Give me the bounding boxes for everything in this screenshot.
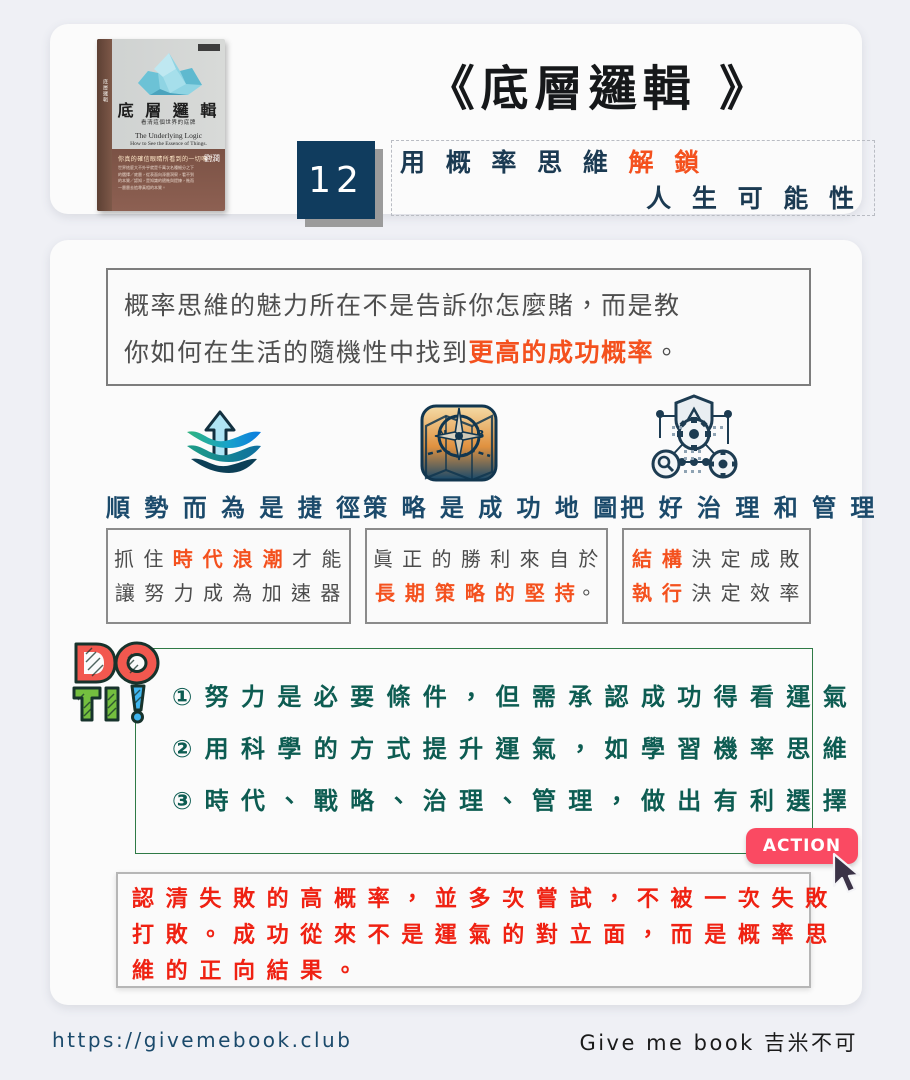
book-spine: 底層邏輯 [97, 39, 112, 211]
book-cover-english-line1: The Underlying Logic [134, 131, 203, 140]
pillar-icon-cell-1 [106, 388, 341, 484]
action-item-1: ① 努 力 是 必 要 條 件 ， 但 需 承 認 成 功 得 看 運 氣 [172, 683, 849, 711]
action-item-3: ③ 時 代 、 戰 略 、 治 理 、 管 理 ， 做 出 有 利 選 擇 [172, 787, 849, 815]
subtitle-line1-highlight: 解 鎖 [628, 148, 706, 177]
pillar-heading-2: 策 略 是 成 功 地 圖 [363, 494, 621, 522]
pillar-card-3: 結 構 決 定 成 敗 執 行 決 定 效 率 [621, 528, 811, 624]
conclusion-line-1: 認 清 失 敗 的 高 概 率 ， 並 多 次 嘗 試 ， 不 被 一 次 失 … [132, 887, 830, 912]
header-card: 底層邏輯 底 層 邏 輯 看清這個世界的底牌 The Underlying Lo… [50, 24, 875, 227]
p2l1-pre: 眞 正 的 勝 利 來 自 於 [372, 547, 600, 571]
do-it-icon [72, 641, 160, 724]
do-it-badge [70, 638, 166, 724]
quote-line2-start: 你如何在生活的隨機性中找到 [124, 338, 469, 367]
quote-line2-highlight: 更高的成功概率 [468, 338, 655, 367]
pillar-card-3-line-1: 結 構 決 定 成 敗 [630, 542, 803, 576]
action-list-box: ① 努 力 是 必 要 條 件 ， 但 需 承 認 成 功 得 看 運 氣 ② … [135, 648, 849, 854]
pillar-headings-row: 順 勢 而 為 是 捷 徑 策 略 是 成 功 地 圖 把 好 治 理 和 管 … [106, 488, 874, 523]
iceberg-illustration [137, 53, 202, 95]
pillar-card-3-line-2: 執 行 決 定 效 率 [630, 576, 803, 610]
pillar-card-2-line-2: 長 期 策 略 的 堅 持。 [373, 576, 600, 610]
footer-brand: Give me book 吉米不可 [579, 1031, 858, 1055]
book-cover-english: The Underlying Logic How to See the Esse… [112, 131, 225, 149]
governance-network-icon [651, 394, 737, 479]
quote-line-1: 概率思維的魅力所在不是告訴你怎麼賭，而是教 [124, 291, 681, 320]
p3l1-post: 決 定 成 敗 [683, 547, 801, 571]
p2l2-highlight: 長 期 策 略 的 堅 持 [374, 581, 577, 605]
number-badge: 12 [297, 141, 375, 219]
p1l1-highlight: 時 代 浪 潮 [172, 547, 285, 571]
pillar-icons-row: N B [106, 388, 811, 484]
conclusion-box: 認 清 失 敗 的 高 概 率 ， 並 多 次 嘗 試 ， 不 被 一 次 失 … [116, 872, 830, 988]
quote-box: 概率思維的魅力所在不是告訴你怎麼賭，而是教 你如何在生活的隨機性中找到更高的成功… [106, 268, 811, 386]
footer-url[interactable]: https://givemebook.club [52, 1028, 352, 1052]
page-title: 《底層邏輯 》 [426, 61, 774, 117]
book-spine-text: 底層邏輯 [102, 79, 108, 103]
pillar-heading-3: 把 好 治 理 和 管 理 [620, 494, 878, 522]
pillar-icon-cell-3 [576, 388, 811, 484]
pillar-card-1: 抓 住 時 代 浪 潮 才 能 讓 努 力 成 為 加 速 器 [106, 528, 351, 624]
book-front: 底 層 邏 輯 看清這個世界的底牌 The Underlying Logic H… [112, 39, 225, 211]
conclusion-line-3: 維 的 正 向 結 果 。 [132, 959, 358, 984]
p3l2-post: 決 定 效 率 [683, 581, 801, 605]
p1l2-pre: 讓 努 力 成 為 加 速 器 [114, 581, 342, 605]
subtitle-line-1: 用 概 率 思 維 解 鎖 [400, 145, 864, 181]
p1l1-pre: 抓 住 [114, 547, 173, 571]
book-band-author: 劉潤 [204, 154, 220, 163]
p1l1-post: 才 能 [284, 547, 343, 571]
book-cover-english-line2: How to See the Essence of Things. [130, 141, 207, 147]
wave-arrow-icon [186, 410, 261, 473]
quote-line2-end: 。 [654, 338, 681, 367]
pillar-heading-1: 順 勢 而 為 是 捷 徑 [106, 494, 364, 522]
pillar-card-2: 眞 正 的 勝 利 來 自 於 長 期 策 略 的 堅 持。 [364, 528, 608, 624]
action-item-2: ② 用 科 學 的 方 式 提 升 運 氣 ， 如 學 習 機 率 思 維 [172, 735, 849, 763]
pillar-card-1-line-1: 抓 住 時 代 浪 潮 才 能 [114, 542, 343, 576]
p3l1-highlight: 結 構 [631, 547, 684, 571]
body-card: 概率思維的魅力所在不是告訴你怎麼賭，而是教 你如何在生活的隨機性中找到更高的成功… [50, 240, 874, 1005]
subtitle-box: 用 概 率 思 維 解 鎖 人 生 可 能 性 [391, 140, 875, 216]
pillar-card-2-line-1: 眞 正 的 勝 利 來 自 於 [373, 542, 600, 576]
pillar-icon-cell-2: N B [341, 388, 576, 484]
book-cover-band: 你真的確信眼睛所看到的一切嗎？ 世界這麼大不外乎就是千萬次名種細分之下的選擇／底… [112, 149, 225, 211]
book-cover-image: 底層邏輯 底 層 邏 輯 看清這個世界的底牌 The Underlying Lo… [97, 39, 225, 211]
conclusion-line-2: 打 敗 。 成 功 從 來 不 是 運 氣 的 對 立 面 ， 而 是 概 率 … [132, 923, 830, 948]
pillar-cards-row: 抓 住 時 代 浪 潮 才 能 讓 努 力 成 為 加 速 器 眞 正 的 勝 … [106, 528, 811, 624]
book-publisher-tag [198, 44, 220, 51]
poster-page: 底層邏輯 底 層 邏 輯 看清這個世界的底牌 The Underlying Lo… [0, 0, 910, 1080]
book-band-body: 世界這麼大不外乎就是千萬次名種細分之下的選擇／底層，從表面向深層洞察，看不到的本… [118, 165, 194, 190]
pillar-card-1-line-2: 讓 努 力 成 為 加 速 器 [114, 576, 343, 610]
book-author-name: 劉潤 [204, 154, 220, 163]
subtitle-line1-plain: 用 概 率 思 維 [400, 148, 629, 177]
p3l2-highlight: 執 行 [631, 581, 684, 605]
book-cover-subtitle: 看清這個世界的底牌 [141, 120, 196, 126]
cursor-pointer-icon [832, 852, 861, 894]
quote-line-2: 你如何在生活的隨機性中找到更高的成功概率。 [124, 329, 795, 376]
subtitle-line-2: 人 生 可 能 性 [646, 184, 860, 213]
p2l2-post: 。 [576, 581, 598, 605]
map-compass-icon: N B [420, 404, 497, 482]
